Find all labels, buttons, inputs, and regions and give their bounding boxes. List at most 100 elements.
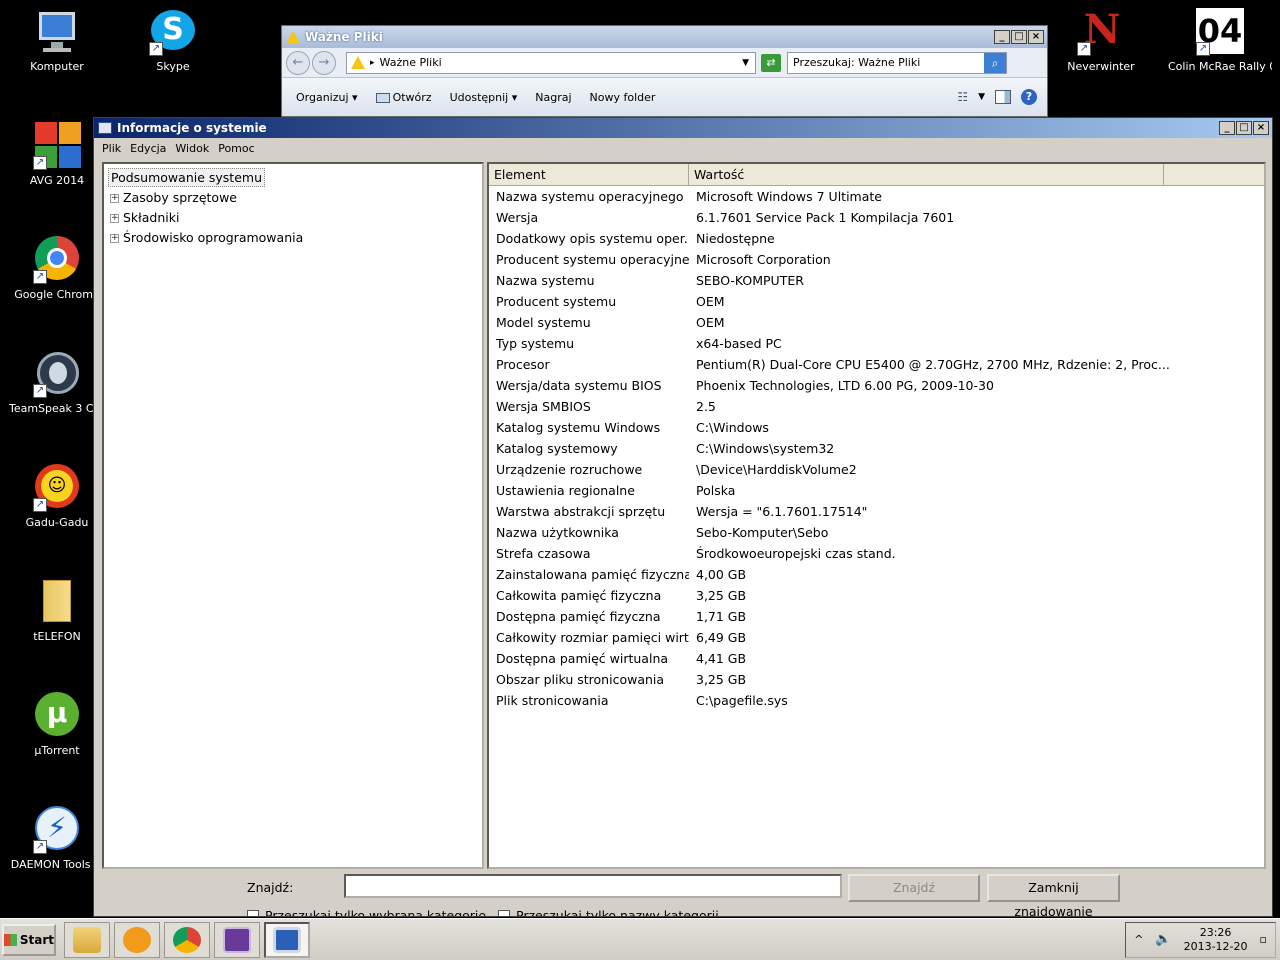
close-button[interactable]: × — [1028, 30, 1044, 44]
minimize-button[interactable]: _ — [994, 30, 1010, 44]
volume-icon[interactable]: 🔈 — [1155, 932, 1171, 947]
desktop-icon-gadu-gadu[interactable]: ☺ ↗ Gadu-Gadu — [9, 464, 105, 529]
desktop-icon-neverwinter[interactable]: N ↗ Neverwinter — [1053, 8, 1149, 74]
new-folder-button[interactable]: Nowy folder — [590, 91, 656, 104]
column-header-element[interactable]: Element — [489, 164, 689, 185]
desktop-icon-teamspeak[interactable]: ↗ TeamSpeak 3 Clie — [9, 350, 105, 415]
table-row[interactable]: Producent systemu operacyjne... Microsoft… — [489, 249, 1264, 270]
desktop-icon-telefon[interactable]: tELEFON — [9, 578, 105, 643]
desktop-icon-avg[interactable]: ↗ AVG 2014 — [9, 122, 105, 187]
table-row[interactable]: Katalog systemowy C:\Windows\system32 — [489, 438, 1264, 459]
column-header-value[interactable]: Wartość — [689, 164, 1164, 185]
chevron-down-icon[interactable]: ▼ — [978, 92, 985, 102]
details-list[interactable]: Element Wartość Nazwa systemu operacyjne… — [487, 162, 1266, 869]
row-element: Plik stronicowania — [496, 693, 609, 708]
search-category-names-checkbox[interactable]: Przeszukaj tylko nazwy kategorii — [498, 908, 719, 916]
table-row[interactable]: Zainstalowana pamięć fizyczna ... 4,00 GB — [489, 564, 1264, 585]
table-row[interactable]: Obszar pliku stronicowania 3,25 GB — [489, 669, 1264, 690]
taskbar-explorer[interactable] — [64, 921, 110, 958]
help-icon[interactable]: ? — [1021, 89, 1037, 105]
computer-icon — [33, 8, 81, 56]
table-row[interactable]: Katalog systemu Windows C:\Windows — [489, 417, 1264, 438]
table-row[interactable]: Typ systemu x64-based PC — [489, 333, 1264, 354]
expand-icon[interactable]: + — [110, 234, 119, 243]
maximize-button[interactable]: □ — [1236, 121, 1252, 135]
table-row[interactable]: Nazwa systemu SEBO-KOMPUTER — [489, 270, 1264, 291]
table-row[interactable]: Dodatkowy opis systemu oper... Niedostępn… — [489, 228, 1264, 249]
clock[interactable]: 23:26 2013-12-20 — [1184, 926, 1248, 954]
sysinfo-titlebar[interactable]: Informacje o systemie _ □ × — [94, 118, 1272, 138]
close-button[interactable]: × — [1253, 121, 1269, 135]
tree-item-components[interactable]: + Składniki — [108, 208, 478, 228]
minimize-button[interactable]: _ — [1219, 121, 1235, 135]
refresh-icon[interactable]: ⇄ — [761, 53, 781, 72]
desktop-icon-komputer[interactable]: Komputer — [9, 8, 105, 73]
menu-view[interactable]: Widok — [175, 142, 209, 155]
checkbox[interactable] — [498, 909, 510, 916]
taskbar-media-player[interactable] — [114, 921, 160, 958]
table-row[interactable]: Warstwa abstrakcji sprzętu Wersja = "6.1.… — [489, 501, 1264, 522]
chrome-icon: ↗ — [33, 236, 81, 284]
back-button[interactable]: ← — [286, 50, 310, 75]
table-row[interactable]: Urządzenie rozruchowe \Device\HarddiskVol… — [489, 459, 1264, 480]
tree-item-hardware-resources[interactable]: + Zasoby sprzętowe — [108, 188, 478, 208]
start-button[interactable]: Start — [2, 923, 56, 956]
forward-button[interactable]: → — [312, 50, 336, 75]
table-row[interactable]: Procesor Pentium(R) Dual-Core CPU E5400 @… — [489, 354, 1264, 375]
burn-button[interactable]: Nagraj — [535, 91, 571, 104]
taskbar-system-info[interactable] — [264, 921, 310, 958]
table-row[interactable]: Plik stronicowania C:\pagefile.sys — [489, 690, 1264, 711]
menu-file[interactable]: Plik — [102, 142, 121, 155]
desktop-icon-colin-mcrae[interactable]: 04 ↗ Colin McRae Rally 04 — [1168, 8, 1272, 73]
share-menu[interactable]: Udostępnij ▾ — [450, 91, 518, 104]
desktop-icon-skype[interactable]: S ↗ Skype — [125, 8, 221, 73]
open-button[interactable]: Otwórz — [375, 91, 432, 104]
table-row[interactable]: Strefa czasowa Środkowoeuropejski czas st… — [489, 543, 1264, 564]
address-bar[interactable]: ▸ Ważne Pliki ▼ — [346, 51, 756, 74]
menu-edit[interactable]: Edycja — [130, 142, 166, 155]
tree-item-software-environment[interactable]: + Środowisko oprogramowania — [108, 228, 478, 248]
table-row[interactable]: Wersja 6.1.7601 Service Pack 1 Kompilacja… — [489, 207, 1264, 228]
menu-help[interactable]: Pomoc — [218, 142, 254, 155]
taskbar-cpuz[interactable] — [214, 921, 260, 958]
row-element: Wersja — [496, 210, 539, 225]
preview-pane-icon[interactable] — [995, 90, 1011, 104]
table-row[interactable]: Całkowita pamięć fizyczna 3,25 GB — [489, 585, 1264, 606]
table-row[interactable]: Nazwa użytkownika Sebo-Komputer\Sebo — [489, 522, 1264, 543]
maximize-button[interactable]: □ — [1011, 30, 1027, 44]
expand-icon[interactable]: + — [110, 214, 119, 223]
explorer-window[interactable]: Ważne Pliki _ □ × ← → ▸ Ważne Pliki ▼ ⇄ … — [281, 25, 1048, 117]
view-options-icon[interactable]: ☷ — [957, 90, 968, 104]
expand-icon[interactable]: + — [110, 194, 119, 203]
find-input[interactable] — [344, 874, 842, 898]
search-icon[interactable]: ⌕ — [984, 52, 1006, 73]
category-tree[interactable]: Podsumowanie systemu + Zasoby sprzętowe +… — [102, 162, 484, 869]
chevron-down-icon[interactable]: ▼ — [742, 58, 749, 68]
system-information-window[interactable]: Informacje o systemie _ □ × Plik Edycja … — [93, 117, 1273, 917]
table-row[interactable]: Model systemu OEM — [489, 312, 1264, 333]
table-row[interactable]: Wersja SMBIOS 2.5 — [489, 396, 1264, 417]
windows-logo-icon — [4, 933, 17, 946]
checkbox[interactable] — [247, 909, 259, 916]
table-row[interactable]: Dostępna pamięć wirtualna 4,41 GB — [489, 648, 1264, 669]
search-input[interactable]: Przeszukaj: Ważne Pliki ⌕ — [787, 51, 1007, 74]
table-row[interactable]: Producent systemu OEM — [489, 291, 1264, 312]
search-selected-category-checkbox[interactable]: Przeszukaj tylko wybraną kategorię — [247, 908, 486, 916]
table-row[interactable]: Ustawienia regionalne Polska — [489, 480, 1264, 501]
show-desktop-icon[interactable]: ▫ — [1260, 933, 1267, 946]
desktop-icon-daemon-tools[interactable]: ⚡ ↗ DAEMON Tools Li — [9, 806, 105, 871]
table-row[interactable]: Wersja/data systemu BIOS Phoenix Technolo… — [489, 375, 1264, 396]
find-button[interactable]: Znajdź — [848, 874, 980, 902]
table-row[interactable]: Nazwa systemu operacyjnego Microsoft Wind… — [489, 186, 1264, 207]
table-row[interactable]: Całkowity rozmiar pamięci wirt... 6,49 GB — [489, 627, 1264, 648]
taskbar-chrome[interactable] — [164, 921, 210, 958]
explorer-titlebar[interactable]: Ważne Pliki _ □ × — [282, 26, 1047, 48]
close-find-button[interactable]: Zamknij znajdowanie — [987, 874, 1120, 916]
tree-item-system-summary[interactable]: Podsumowanie systemu — [108, 168, 478, 188]
desktop-icon-utorrent[interactable]: µ µTorrent — [9, 692, 105, 757]
organize-menu[interactable]: Organizuj ▾ — [296, 91, 358, 104]
table-row[interactable]: Dostępna pamięć fizyczna 1,71 GB — [489, 606, 1264, 627]
row-element: Dostępna pamięć fizyczna — [496, 609, 661, 624]
desktop-icon-chrome[interactable]: ↗ Google Chrome — [9, 236, 105, 301]
show-hidden-icons-button[interactable]: ^ — [1134, 933, 1143, 946]
